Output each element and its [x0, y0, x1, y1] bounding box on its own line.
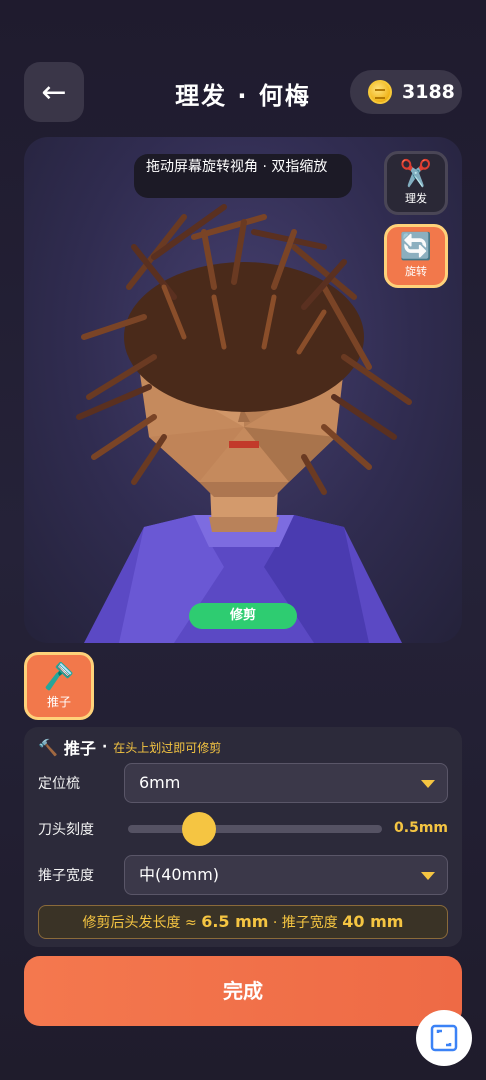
clipper-settings-panel: 🔨 推子 · 在头上划过即可修剪 定位梳 6mm 刀头刻度 0.5mm 推子宽度… [24, 727, 462, 947]
guard-select[interactable]: 6mm [124, 763, 448, 803]
tool-rotate-button[interactable]: 🔄 旋转 [384, 224, 448, 288]
coin-count: 3188 [402, 81, 455, 103]
scissors-icon: ✂️ [399, 159, 433, 189]
panel-tip: 在头上划过即可修剪 [113, 740, 222, 755]
hammer-icon: 🔨 [38, 737, 58, 757]
blade-slider-track[interactable] [128, 825, 382, 833]
width-select[interactable]: 中(40mm) [124, 855, 448, 895]
tool-haircut-label: 理发 [405, 192, 427, 205]
rotate-icon: 🔄 [399, 232, 433, 262]
guard-label: 定位梳 [38, 776, 80, 792]
top-bar: ← 理发 · 何梅 3188 [24, 62, 462, 122]
summary-length: 6.5 mm [201, 912, 269, 931]
chevron-down-icon [421, 780, 435, 788]
trim-mode-badge: 修剪 [189, 603, 297, 629]
razor-icon: 🪒 [42, 661, 76, 692]
summary-prefix: 修剪后头发长度 ≈ [82, 915, 202, 931]
clipper-tool-label: 推子 [46, 694, 71, 709]
chevron-down-icon [421, 872, 435, 880]
guard-value: 6mm [139, 773, 181, 792]
tool-haircut-button[interactable]: ✂️ 理发 [384, 151, 448, 215]
clipper-tool-button[interactable]: 🪒 推子 [24, 652, 94, 720]
tool-rotate-label: 旋转 [405, 265, 427, 278]
done-button[interactable]: 完成 [24, 956, 462, 1026]
blade-label: 刀头刻度 [38, 822, 94, 838]
trim-summary: 修剪后头发长度 ≈ 6.5 mm · 推子宽度 40 mm [38, 905, 448, 939]
panel-separator: · [101, 739, 108, 755]
rotate-hint: 拖动屏幕旋转视角 · 双指缩放 [134, 154, 352, 198]
width-label: 推子宽度 [38, 868, 94, 884]
3d-viewport[interactable]: 拖动屏幕旋转视角 · 双指缩放 ✂️ 理发 🔄 旋转 修剪 [24, 137, 462, 643]
width-value: 中(40mm) [139, 865, 220, 884]
summary-mid: · 推子宽度 [268, 915, 343, 931]
float-action-button[interactable] [416, 1010, 472, 1066]
coin-balance: 3188 [350, 70, 462, 114]
summary-width: 40 mm [342, 912, 404, 931]
panel-tool-name: 推子 [63, 739, 96, 758]
blade-value: 0.5mm [394, 820, 448, 836]
blade-slider-thumb[interactable] [182, 812, 217, 846]
coin-icon [368, 80, 392, 104]
crop-icon [430, 1024, 458, 1052]
panel-header: 🔨 推子 · 在头上划过即可修剪 [38, 735, 221, 759]
